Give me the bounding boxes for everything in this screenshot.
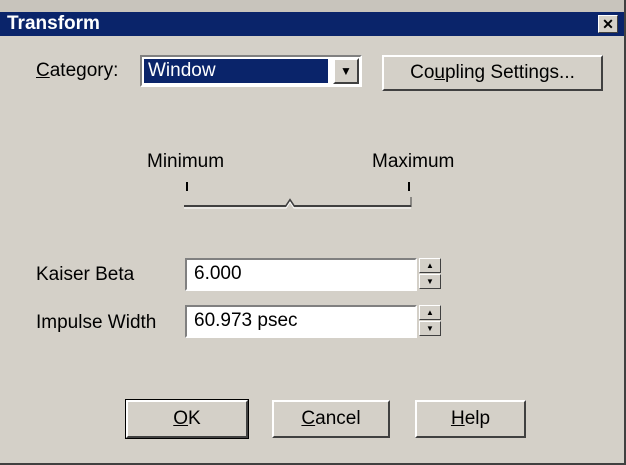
help-mnemonic: H (450, 408, 465, 429)
ok-label: K (188, 408, 201, 429)
impulse-width-spinner[interactable]: ▲ ▼ (419, 305, 441, 337)
cancel-button[interactable]: Cancel (272, 400, 390, 438)
spin-down-icon[interactable]: ▼ (419, 274, 441, 289)
help-button[interactable]: Help (415, 400, 526, 438)
ok-button[interactable]: OK (125, 399, 249, 439)
help-label: elp (464, 408, 491, 429)
range-slider-graphic (184, 182, 412, 209)
kaiser-beta-label: Kaiser Beta (36, 264, 135, 285)
cancel-label: ancel (315, 408, 361, 429)
spin-up-icon[interactable]: ▲ (419, 258, 441, 273)
ok-mnemonic: O (173, 408, 189, 429)
cancel-mnemonic: C (301, 408, 316, 429)
range-slider[interactable] (0, 0, 626, 465)
impulse-width-label: Impulse Width (36, 312, 157, 333)
transform-dialog: Transform ✕ Category: Window ▼ Coupling … (0, 0, 626, 465)
kaiser-beta-spinner[interactable]: ▲ ▼ (419, 258, 441, 290)
spin-up-icon[interactable]: ▲ (419, 305, 441, 320)
kaiser-beta-field[interactable]: 6.000 (185, 258, 417, 291)
impulse-width-field[interactable]: 60.973 psec (185, 305, 417, 338)
spin-down-icon[interactable]: ▼ (419, 321, 441, 336)
